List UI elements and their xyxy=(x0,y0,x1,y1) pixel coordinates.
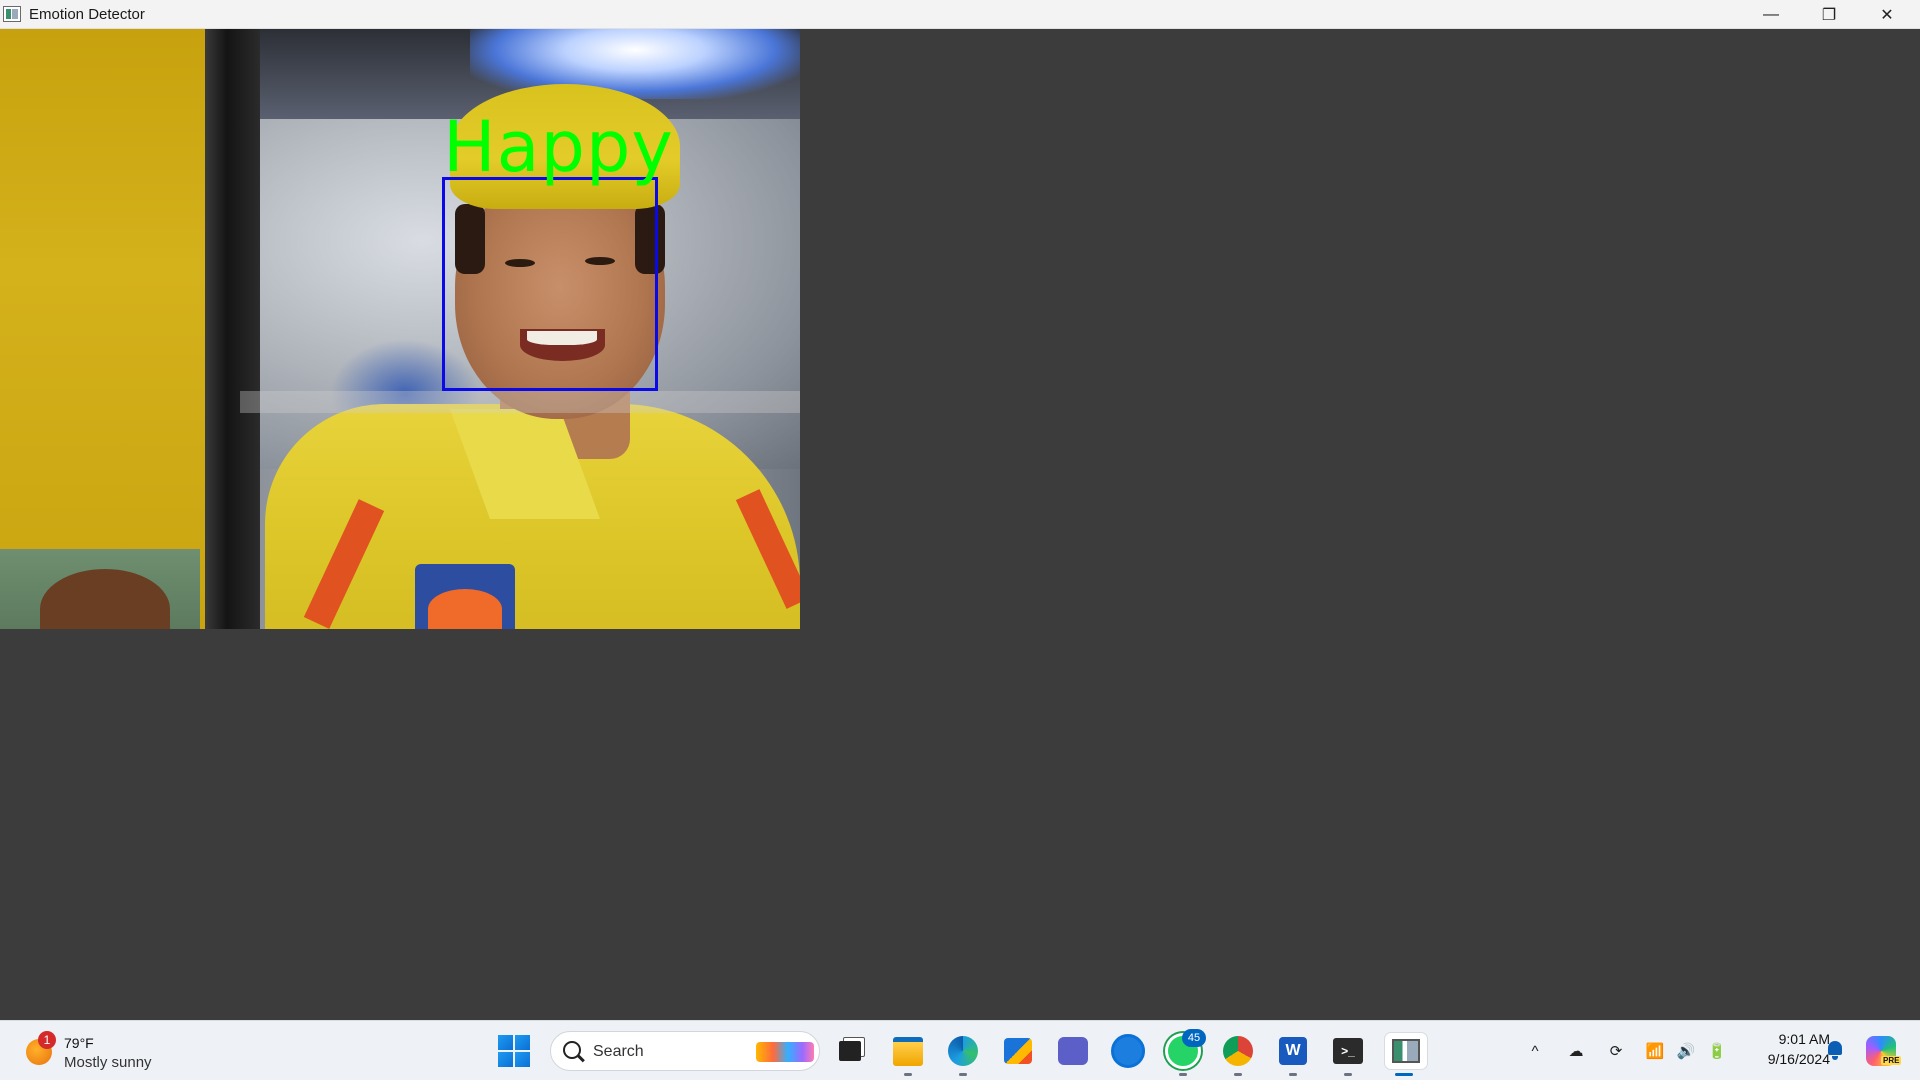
running-indicator xyxy=(959,1073,967,1076)
running-indicator xyxy=(1289,1073,1297,1076)
battery-icon[interactable]: 🔋 xyxy=(1705,1039,1729,1063)
taskbar-search[interactable]: Search xyxy=(550,1031,820,1071)
sponsor-logo xyxy=(428,589,502,629)
running-indicator xyxy=(1179,1073,1187,1076)
taskbar: 1 79°F Mostly sunny Search 45 ^ ☁ ⟳ 📶 🔊 … xyxy=(0,1020,1920,1080)
dark-pole xyxy=(205,29,260,629)
windows-logo-pane xyxy=(515,1035,530,1050)
weather-condition: Mostly sunny xyxy=(64,1054,152,1071)
weather-temperature: 79°F xyxy=(64,1035,94,1051)
running-indicator xyxy=(1234,1073,1242,1076)
weather-alert-badge: 1 xyxy=(38,1031,56,1049)
notification-bell-icon[interactable] xyxy=(1824,1039,1846,1061)
volume-icon[interactable]: 🔊 xyxy=(1674,1039,1698,1063)
clock-date: 9/16/2024 xyxy=(1767,1051,1830,1067)
window-title: Emotion Detector xyxy=(29,5,145,23)
running-indicator xyxy=(1344,1073,1352,1076)
sync-icon[interactable]: ⟳ xyxy=(1604,1039,1628,1063)
running-indicator xyxy=(904,1073,912,1076)
word-icon[interactable] xyxy=(1275,1033,1311,1069)
windows-logo-pane xyxy=(498,1035,513,1050)
minimize-button[interactable]: — xyxy=(1742,0,1800,29)
teams-icon[interactable] xyxy=(1055,1033,1091,1069)
windows-logo-pane xyxy=(498,1052,513,1067)
chevron-up-icon[interactable]: ^ xyxy=(1523,1039,1547,1063)
edge-icon[interactable] xyxy=(945,1033,981,1069)
wifi-icon[interactable]: 📶 xyxy=(1643,1039,1667,1063)
clock-time: 9:01 AM xyxy=(1778,1031,1830,1047)
weather-widget[interactable]: 1 79°F Mostly sunny xyxy=(24,1029,174,1073)
yellow-wall xyxy=(0,29,205,629)
task-view-icon[interactable] xyxy=(832,1033,868,1069)
face-detection-box xyxy=(442,177,658,391)
search-highlight-icon xyxy=(756,1042,814,1062)
emotion-detector-icon[interactable] xyxy=(1385,1033,1427,1069)
restore-button[interactable]: ❐ xyxy=(1800,0,1858,29)
chrome-icon[interactable] xyxy=(1220,1033,1256,1069)
search-icon xyxy=(563,1041,581,1059)
title-bar[interactable]: Emotion Detector — ❐ ✕ xyxy=(0,0,1920,29)
close-button[interactable]: ✕ xyxy=(1858,0,1916,29)
dell-icon[interactable] xyxy=(1110,1033,1146,1069)
glare-bar xyxy=(240,391,800,413)
copilot-preview-tag: PRE xyxy=(1881,1056,1902,1065)
emotion-label: Happy xyxy=(443,106,674,188)
windows-logo-pane xyxy=(515,1052,530,1067)
app-icon xyxy=(3,6,21,22)
store-icon[interactable] xyxy=(1000,1033,1036,1069)
active-indicator xyxy=(1395,1073,1413,1076)
folder-icon[interactable] xyxy=(890,1033,926,1069)
start-button[interactable] xyxy=(498,1035,530,1067)
onedrive-icon[interactable]: ☁ xyxy=(1564,1039,1588,1063)
search-label: Search xyxy=(593,1043,644,1060)
clock[interactable]: 9:01 AM 9/16/2024 xyxy=(1740,1031,1830,1067)
terminal-icon[interactable] xyxy=(1330,1033,1366,1069)
whatsapp-unread-badge: 45 xyxy=(1182,1029,1206,1047)
camera-frame: Happy xyxy=(0,29,800,629)
